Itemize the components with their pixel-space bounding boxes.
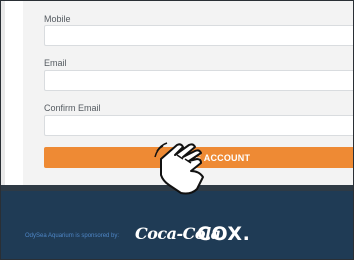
email-field[interactable] (44, 70, 353, 91)
confirm-email-field[interactable] (44, 115, 353, 136)
sponsor-text: OdySea Aquarium is sponsored by: (25, 233, 120, 239)
cox-logo: COX. (197, 223, 251, 245)
email-label: Email (44, 58, 67, 68)
mobile-label: Mobile (44, 14, 71, 24)
page-edge (1, 1, 5, 191)
hand-pointer-icon (154, 142, 204, 195)
mobile-field[interactable] (44, 25, 353, 46)
confirm-email-label: Confirm Email (44, 103, 101, 113)
signup-viewport: Mobile Email Confirm Email CREATE ACCOUN… (0, 0, 354, 260)
